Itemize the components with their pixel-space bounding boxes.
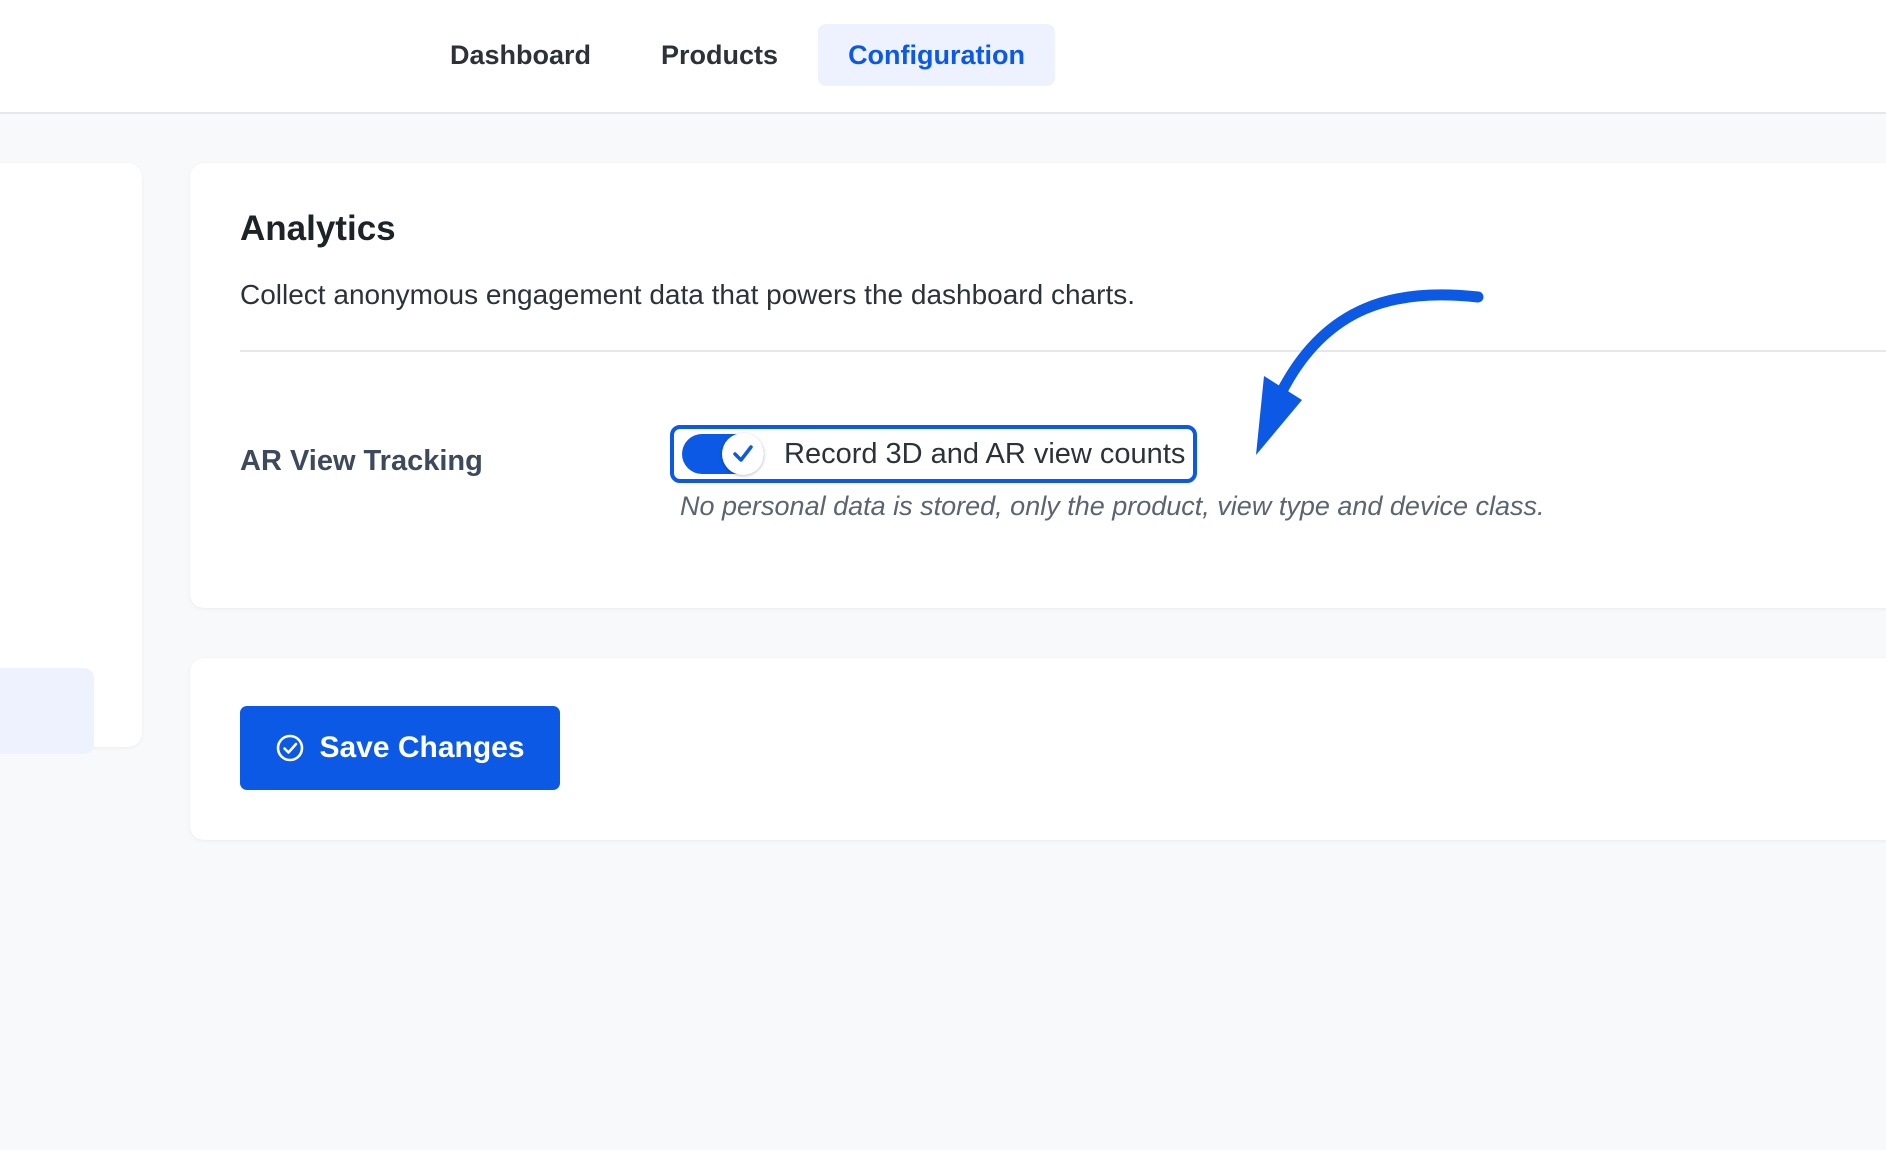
toggle-label[interactable]: Record 3D and AR view counts: [784, 438, 1185, 471]
divider: [240, 350, 1886, 352]
save-changes-button[interactable]: Save Changes: [240, 706, 560, 790]
ar-tracking-toggle[interactable]: [682, 433, 764, 475]
check-circle-icon: [275, 733, 305, 763]
section-title: Analytics: [240, 209, 396, 248]
tab-products[interactable]: Products: [631, 24, 808, 86]
save-button-label: Save Changes: [319, 731, 525, 764]
save-card: Save Changes: [190, 658, 1886, 840]
tab-dashboard[interactable]: Dashboard: [420, 24, 621, 86]
analytics-card: Analytics Collect anonymous engagement d…: [190, 163, 1886, 608]
check-icon: [733, 445, 753, 462]
tab-configuration[interactable]: Configuration: [818, 24, 1056, 86]
settings-sidebar: [0, 163, 142, 754]
sidebar-item-active[interactable]: [0, 668, 94, 754]
help-text: No personal data is stored, only the pro…: [680, 491, 1545, 521]
setting-label: AR View Tracking: [240, 445, 483, 477]
nav-tabs: Dashboard Products Configuration: [420, 24, 1065, 86]
section-description: Collect anonymous engagement data that p…: [240, 279, 1136, 310]
top-navigation-bar: Dashboard Products Configuration: [0, 0, 1886, 114]
toggle-knob: [722, 433, 764, 475]
ar-tracking-toggle-focus-ring: Record 3D and AR view counts: [670, 425, 1198, 483]
